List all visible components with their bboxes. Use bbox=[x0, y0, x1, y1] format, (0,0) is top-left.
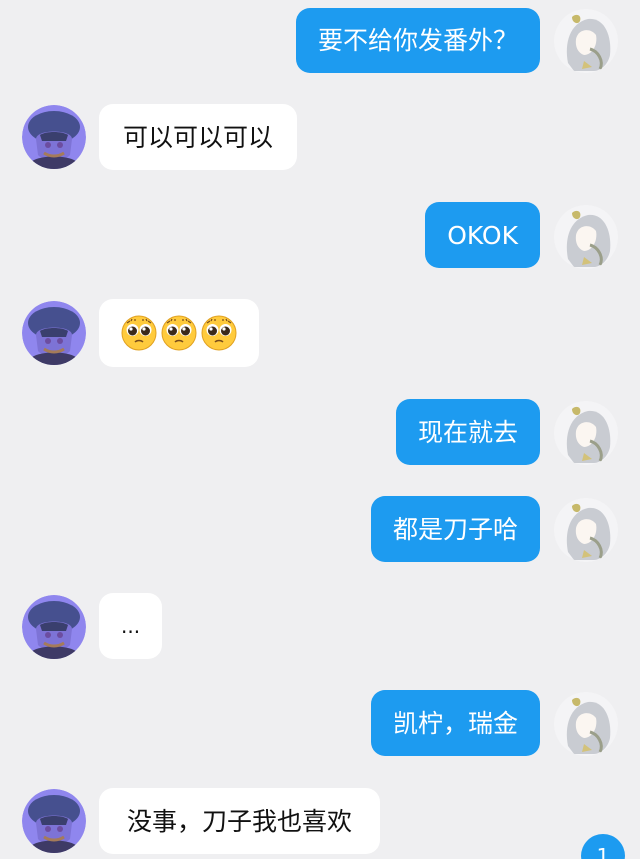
avatar-image-icon bbox=[22, 105, 86, 169]
pleading-face-icon bbox=[121, 315, 157, 351]
self-avatar[interactable] bbox=[554, 692, 618, 756]
unread-count: 1 bbox=[596, 844, 610, 859]
chat-conversation: 要不给你发番外？ 可以可以可以 OKOK 现在就去 都是刀子哈 ... 凯柠，瑞… bbox=[0, 0, 640, 859]
self-avatar[interactable] bbox=[554, 205, 618, 269]
contact-avatar[interactable] bbox=[22, 595, 86, 659]
message-text: 要不给你发番外？ bbox=[317, 26, 518, 55]
outgoing-message-bubble[interactable]: 现在就去 bbox=[395, 399, 540, 465]
message-text: 可以可以可以 bbox=[123, 122, 274, 152]
avatar-image-icon bbox=[554, 692, 618, 756]
incoming-message-bubble[interactable]: 可以可以可以 bbox=[99, 104, 298, 170]
avatar-image-icon bbox=[554, 401, 618, 465]
avatar-image-icon bbox=[22, 789, 86, 853]
pleading-face-icon bbox=[161, 315, 197, 351]
incoming-message-bubble[interactable]: ... bbox=[99, 593, 163, 659]
contact-avatar[interactable] bbox=[22, 789, 86, 853]
avatar-image-icon bbox=[554, 498, 618, 562]
avatar-image-icon bbox=[554, 205, 618, 269]
outgoing-message-bubble[interactable]: 凯柠，瑞金 bbox=[370, 690, 540, 756]
message-text: OKOK bbox=[447, 220, 518, 250]
incoming-message-bubble[interactable]: 没事，刀子我也喜欢 bbox=[99, 788, 381, 854]
message-text: 没事，刀子我也喜欢 bbox=[127, 806, 353, 836]
avatar-image-icon bbox=[22, 595, 86, 659]
avatar-image-icon bbox=[554, 9, 618, 73]
unread-count-badge[interactable]: 1 bbox=[581, 834, 625, 859]
avatar-image-icon bbox=[22, 301, 86, 365]
outgoing-message-bubble[interactable]: 都是刀子哈 bbox=[370, 496, 540, 562]
contact-avatar[interactable] bbox=[22, 301, 86, 365]
outgoing-message-bubble[interactable]: OKOK bbox=[425, 202, 540, 268]
self-avatar[interactable] bbox=[554, 9, 618, 73]
outgoing-message-bubble[interactable]: 要不给你发番外？ bbox=[295, 8, 540, 73]
message-text: 都是刀子哈 bbox=[392, 514, 518, 544]
message-text: ... bbox=[121, 614, 141, 638]
self-avatar[interactable] bbox=[554, 498, 618, 562]
incoming-message-bubble[interactable] bbox=[99, 299, 259, 367]
self-avatar[interactable] bbox=[554, 401, 618, 465]
message-text: 现在就去 bbox=[417, 417, 518, 447]
contact-avatar[interactable] bbox=[22, 105, 86, 169]
pleading-face-icon bbox=[201, 315, 237, 351]
message-text: 凯柠，瑞金 bbox=[392, 708, 518, 738]
